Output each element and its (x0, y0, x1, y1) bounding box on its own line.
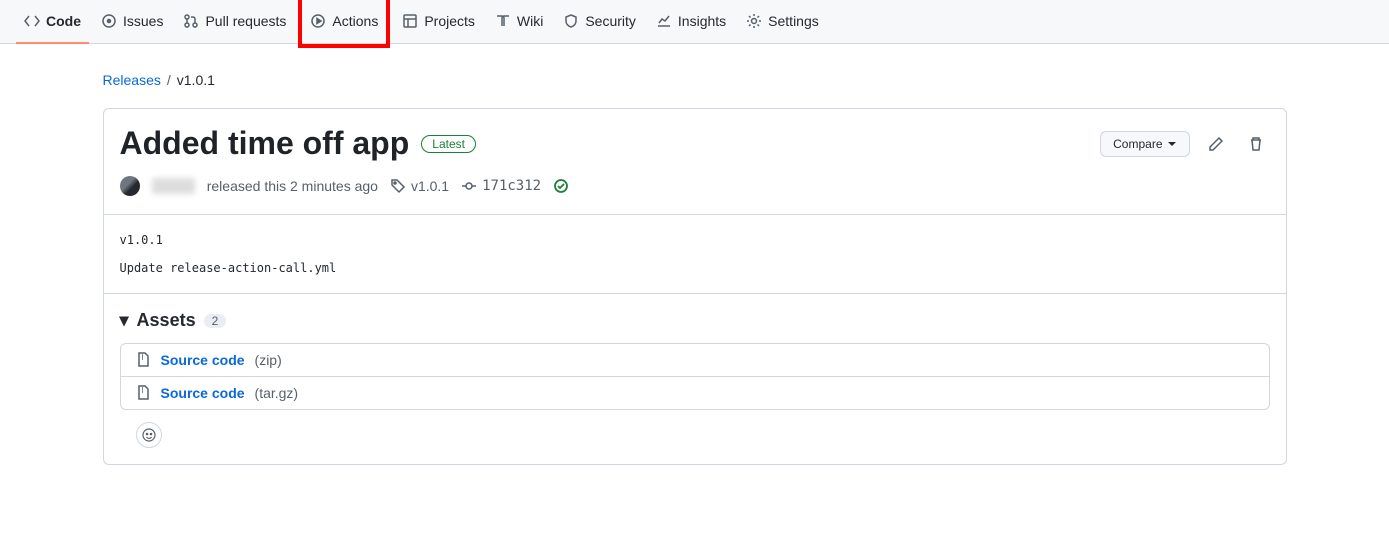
nav-actions[interactable]: Actions (302, 0, 386, 44)
tag-icon (390, 178, 406, 194)
asset-ext: (zip) (255, 352, 282, 368)
release-meta: user released this 2 minutes ago v1.0.1 … (120, 176, 1270, 196)
play-icon (310, 13, 326, 29)
trash-icon (1248, 136, 1264, 152)
released-text: released this 2 minutes ago (207, 178, 378, 194)
nav-issues[interactable]: Issues (93, 0, 171, 44)
breadcrumb: Releases / v1.0.1 (103, 72, 1287, 88)
highlight-actions: Actions (298, 0, 390, 48)
graph-icon (656, 13, 672, 29)
author-name-redacted: user (152, 178, 195, 194)
nav-pulls[interactable]: Pull requests (175, 0, 294, 44)
release-body: v1.0.1 Update release-action-call.yml (104, 214, 1286, 293)
asset-row: Source code (zip) (121, 344, 1269, 377)
release-header: Added time off app Latest Compare (104, 109, 1286, 214)
breadcrumb-releases-link[interactable]: Releases (103, 72, 161, 88)
tag-link[interactable]: v1.0.1 (390, 178, 449, 194)
smiley-icon (141, 427, 157, 443)
gear-icon (746, 13, 762, 29)
asset-row: Source code (tar.gz) (121, 377, 1269, 409)
assets-section: ▾ Assets 2 Source code (zip) Source code (104, 293, 1286, 464)
pencil-icon (1208, 136, 1224, 152)
main-container: Releases / v1.0.1 Added time off app Lat… (87, 44, 1303, 497)
shield-icon (563, 13, 579, 29)
nav-code-label: Code (46, 13, 81, 29)
repo-nav: Code Issues Pull requests Actions Projec… (0, 0, 1389, 44)
nav-pulls-label: Pull requests (205, 13, 286, 29)
delete-button[interactable] (1242, 130, 1270, 158)
triangle-down-icon: ▾ (120, 310, 129, 331)
nav-projects-label: Projects (424, 13, 475, 29)
assets-count: 2 (204, 314, 227, 328)
check-status-icon[interactable] (553, 178, 569, 194)
commit-sha: 171c312 (482, 178, 541, 194)
commit-icon (461, 178, 477, 194)
release-title: Added time off app (120, 125, 410, 162)
asset-link[interactable]: Source code (161, 385, 245, 401)
git-pull-request-icon (183, 13, 199, 29)
compare-label: Compare (1113, 137, 1162, 151)
nav-projects[interactable]: Projects (394, 0, 483, 44)
table-icon (402, 13, 418, 29)
nav-security-label: Security (585, 13, 636, 29)
compare-button[interactable]: Compare (1100, 131, 1189, 157)
edit-button[interactable] (1202, 130, 1230, 158)
commit-link[interactable]: 171c312 (461, 178, 541, 194)
breadcrumb-current: v1.0.1 (177, 72, 215, 88)
breadcrumb-separator: / (167, 72, 171, 88)
nav-issues-label: Issues (123, 13, 163, 29)
nav-code[interactable]: Code (16, 0, 89, 44)
release-box: Added time off app Latest Compare (103, 108, 1287, 465)
code-icon (24, 13, 40, 29)
file-zip-icon (135, 352, 151, 368)
caret-down-icon (1167, 139, 1177, 149)
file-zip-icon (135, 385, 151, 401)
nav-insights-label: Insights (678, 13, 726, 29)
tag-name: v1.0.1 (411, 178, 449, 194)
nav-security[interactable]: Security (555, 0, 644, 44)
issue-icon (101, 13, 117, 29)
nav-wiki[interactable]: Wiki (487, 0, 551, 44)
assets-label: Assets (137, 310, 196, 331)
nav-wiki-label: Wiki (517, 13, 543, 29)
avatar[interactable] (120, 176, 140, 196)
assets-list: Source code (zip) Source code (tar.gz) (120, 343, 1270, 410)
nav-settings-label: Settings (768, 13, 819, 29)
nav-settings[interactable]: Settings (738, 0, 827, 44)
book-icon (495, 13, 511, 29)
nav-insights[interactable]: Insights (648, 0, 734, 44)
asset-ext: (tar.gz) (255, 385, 299, 401)
asset-link[interactable]: Source code (161, 352, 245, 368)
add-reaction-button[interactable] (136, 422, 162, 448)
nav-actions-label: Actions (332, 13, 378, 29)
latest-badge: Latest (421, 135, 476, 153)
assets-toggle[interactable]: ▾ Assets 2 (120, 310, 1270, 331)
